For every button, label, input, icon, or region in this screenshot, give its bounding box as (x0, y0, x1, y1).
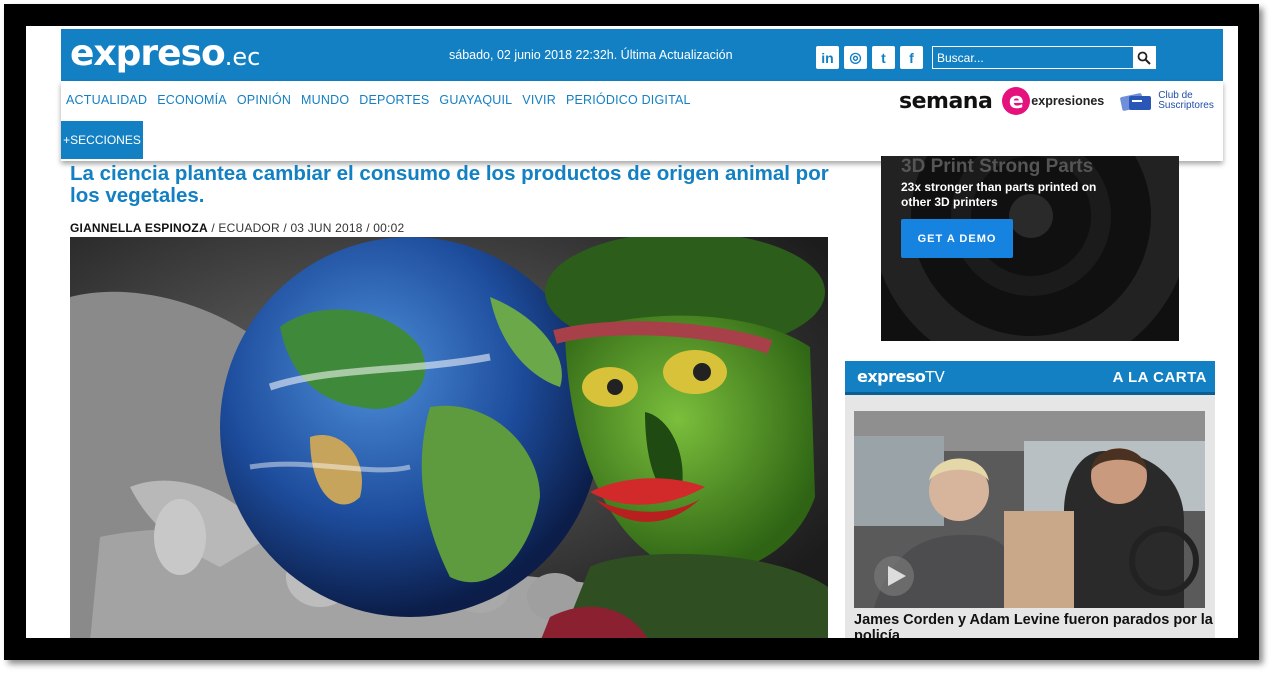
article-author[interactable]: GIANNELLA ESPINOZA (70, 221, 208, 235)
expreso-tv-widget: expresoTV A LA CARTA James Corden y Adam… (845, 361, 1215, 638)
video-caption[interactable]: James Corden y Adam Levine fueron parado… (854, 612, 1214, 638)
expresiones-logo[interactable]: e expresiones (1002, 87, 1104, 115)
tv-logo-suffix: TV (925, 368, 945, 386)
secciones-button[interactable]: +SECCIONES (61, 121, 143, 159)
video-thumbnail[interactable] (854, 411, 1205, 608)
search-icon (1137, 51, 1151, 65)
date-text: sábado, 02 junio 2018 22:32h. Última Act… (449, 48, 733, 62)
screenshot-frame: expreso.ec sábado, 02 junio 2018 22:32h.… (4, 4, 1259, 660)
instagram-icon[interactable]: ◎ (844, 46, 867, 69)
twitter-icon[interactable]: t (872, 46, 895, 69)
linkedin-icon[interactable]: in (816, 46, 839, 69)
logo-main: expreso (70, 33, 226, 74)
membership-card-icon (1120, 93, 1152, 111)
nav-bar: ACTUALIDAD ECONOMÍA OPINIÓN MUNDO DEPORT… (61, 81, 1223, 161)
club-suscriptores-logo[interactable]: Club de Suscriptores (1120, 90, 1216, 112)
a-la-carta-link[interactable]: A LA CARTA (1113, 369, 1207, 386)
nav-item-periodico-digital[interactable]: PERIÓDICO DIGITAL (566, 93, 691, 107)
partner-brands: semana e expresiones Club de Suscriptore… (899, 87, 1216, 115)
semana-logo[interactable]: semana (899, 89, 993, 114)
article-title[interactable]: La ciencia plantea cambiar el consumo de… (70, 163, 840, 207)
social-links: in ◎ t f (816, 46, 923, 69)
browser-viewport: expreso.ec sábado, 02 junio 2018 22:32h.… (26, 26, 1238, 638)
search-button[interactable] (1133, 47, 1155, 68)
nav-item-vivir[interactable]: VIVIR (522, 93, 556, 107)
expreso-tv-logo[interactable]: expresoTV (857, 367, 945, 386)
header-bar: expreso.ec sábado, 02 junio 2018 22:32h.… (61, 29, 1223, 81)
article-byline: GIANNELLA ESPINOZA / ECUADOR / 03 JUN 20… (70, 221, 404, 235)
site-logo[interactable]: expreso.ec (70, 34, 260, 74)
sidebar-advertisement[interactable]: 3D Print Strong Parts 23x stronger than … (881, 156, 1179, 341)
logo-suffix: .ec (224, 43, 261, 71)
search-box (932, 46, 1156, 69)
article-hero-image[interactable] (70, 237, 828, 638)
expreso-tv-header: expresoTV A LA CARTA (845, 361, 1215, 395)
main-nav: ACTUALIDAD ECONOMÍA OPINIÓN MUNDO DEPORT… (66, 93, 691, 107)
ad-headline: 3D Print Strong Parts (901, 156, 1094, 177)
nav-item-mundo[interactable]: MUNDO (301, 93, 349, 107)
expresiones-e-icon: e (1002, 87, 1031, 115)
byline-meta: / ECUADOR / 03 JUN 2018 / 00:02 (207, 221, 405, 235)
facebook-icon[interactable]: f (900, 46, 923, 69)
nav-item-actualidad[interactable]: ACTUALIDAD (66, 93, 147, 107)
earth-in-hands-illustration (70, 237, 828, 638)
ad-body: 23x stronger than parts printed on other… (901, 180, 1097, 209)
nav-item-opinion[interactable]: OPINIÓN (237, 93, 291, 107)
car-interior-photo (854, 411, 1205, 608)
search-input[interactable] (937, 48, 1127, 67)
expresiones-label: expresiones (1031, 94, 1105, 108)
tv-logo-main: expreso (857, 367, 926, 386)
get-demo-button[interactable]: GET A DEMO (901, 219, 1013, 258)
nav-item-deportes[interactable]: DEPORTES (359, 93, 429, 107)
nav-item-guayaquil[interactable]: GUAYAQUIL (439, 93, 512, 107)
nav-item-economia[interactable]: ECONOMÍA (157, 93, 227, 107)
club-label: Club de Suscriptores (1158, 90, 1214, 111)
